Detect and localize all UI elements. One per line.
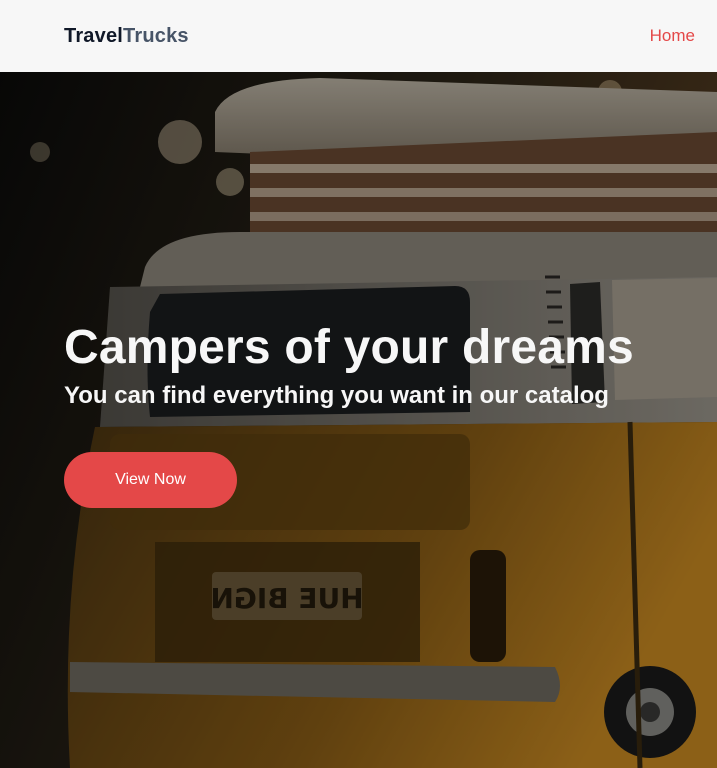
logo-part-trucks: Trucks bbox=[123, 24, 189, 47]
hero-subtitle: You can find everything you want in our … bbox=[64, 382, 609, 409]
logo-part-travel: Travel bbox=[64, 24, 124, 47]
logo[interactable]: TravelTrucks bbox=[64, 25, 189, 48]
hero-title: Campers of your dreams bbox=[64, 321, 634, 374]
view-now-button[interactable]: View Now bbox=[64, 452, 237, 508]
nav-home-link[interactable]: Home bbox=[650, 26, 695, 46]
hero-overlay bbox=[0, 72, 717, 768]
hero-section: HUE BIGN Campers of your dreams You can … bbox=[0, 72, 717, 768]
site-header: TravelTrucks Home bbox=[0, 0, 717, 72]
